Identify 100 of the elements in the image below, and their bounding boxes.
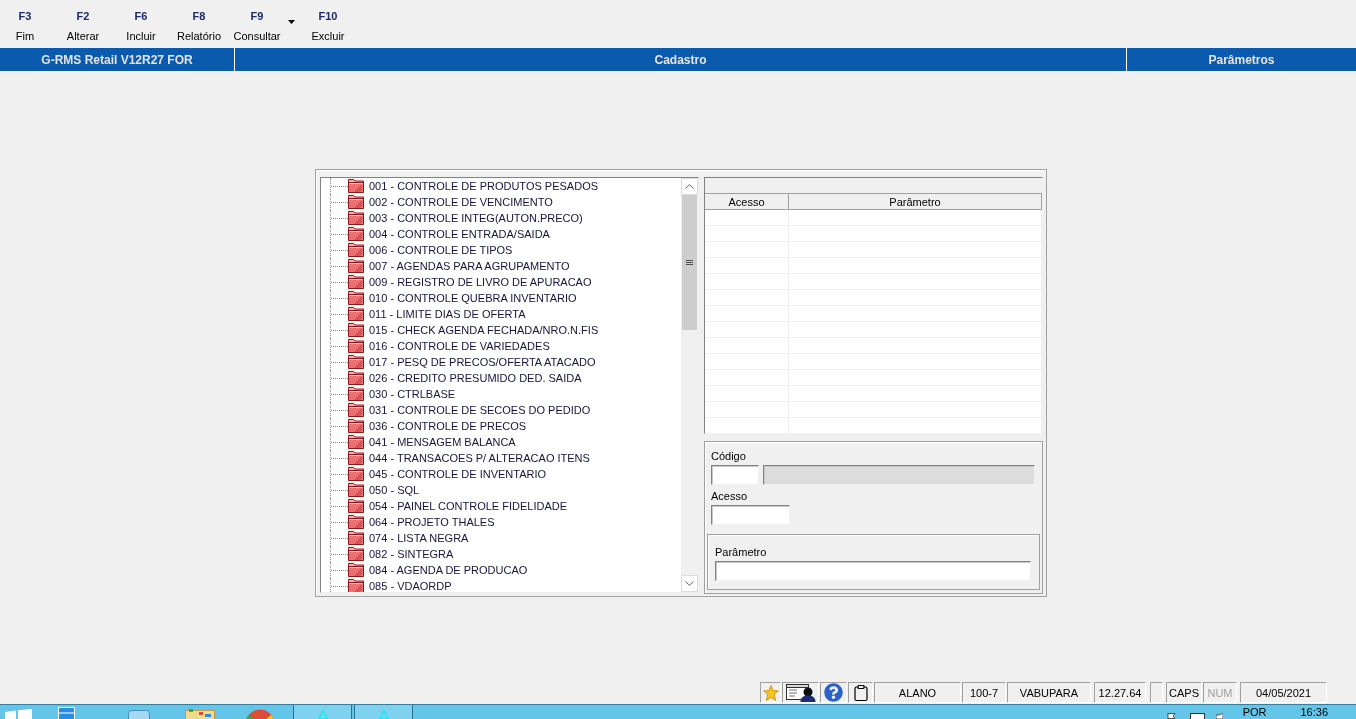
toolbar-button[interactable]: F2 Alterar bbox=[58, 9, 108, 43]
monitor-icon[interactable] bbox=[1189, 713, 1205, 719]
folder-icon bbox=[348, 371, 364, 385]
tree-item[interactable]: 011 - LIMITE DIAS DE OFERTA bbox=[348, 307, 527, 321]
folder-icon bbox=[348, 307, 364, 321]
tree-item[interactable]: 001 - CONTROLE DE PRODUTOS PESADOS bbox=[348, 179, 600, 193]
scrollbar-thumb[interactable] bbox=[682, 195, 697, 330]
folder-icon bbox=[348, 323, 364, 337]
caret-icon bbox=[288, 20, 295, 24]
tree-item[interactable]: 006 - CONTROLE DE TIPOS bbox=[348, 243, 514, 257]
scroll-up-button[interactable] bbox=[681, 178, 698, 195]
status-field: VABUPARA bbox=[1007, 682, 1091, 703]
user-card-button[interactable] bbox=[782, 682, 819, 703]
tree-item[interactable]: 085 - VDAORDP bbox=[348, 579, 453, 592]
folder-icon bbox=[348, 355, 364, 369]
tree-item[interactable]: 064 - PROJETO THALES bbox=[348, 515, 496, 529]
folder-icon bbox=[348, 515, 364, 529]
tree-item[interactable]: 010 - CONTROLE QUEBRA INVENTARIO bbox=[348, 291, 578, 305]
key-indicator: NUM bbox=[1203, 682, 1237, 703]
field-label: Parâmetro bbox=[715, 546, 767, 558]
language-indicator[interactable]: POR bbox=[1242, 705, 1267, 719]
triangle-icon bbox=[378, 710, 389, 719]
circle-logo-icon[interactable] bbox=[245, 709, 275, 719]
parameter-input[interactable] bbox=[715, 561, 1031, 581]
toolbar-button[interactable]: F9 Consultar bbox=[232, 9, 295, 43]
tree-item[interactable]: 074 - LISTA NEGRA bbox=[348, 531, 470, 545]
help-icon bbox=[824, 683, 843, 702]
folder-icon bbox=[348, 291, 364, 305]
status-field: ALANO bbox=[874, 682, 961, 703]
folder-icon bbox=[348, 579, 364, 592]
window-logo-icon[interactable] bbox=[5, 709, 32, 719]
clock-time[interactable]: 16:36 bbox=[1300, 705, 1328, 719]
toolbar-button[interactable]: F3 Fim bbox=[0, 9, 50, 43]
app-title: G-RMS Retail V12R27 FOR bbox=[40, 51, 194, 69]
tree-item[interactable]: 007 - AGENDAS PARA AGRUPAMENTO bbox=[348, 259, 571, 273]
folder-icon bbox=[348, 275, 364, 289]
field-label: Código bbox=[711, 450, 746, 462]
triangle-icon bbox=[317, 710, 328, 719]
flag-icon[interactable] bbox=[1166, 713, 1176, 719]
user-card-icon bbox=[785, 683, 816, 702]
tree-item[interactable]: 045 - CONTROLE DE INVENTARIO bbox=[348, 467, 548, 481]
speaker-icon[interactable] bbox=[1215, 713, 1223, 719]
tree-item[interactable]: 017 - PESQ DE PRECOS/OFERTA ATACADO bbox=[348, 355, 597, 369]
status-field: 12.27.64 bbox=[1094, 682, 1146, 703]
access-input[interactable] bbox=[711, 505, 790, 525]
star-icon bbox=[762, 684, 779, 701]
tree-item[interactable]: 026 - CREDITO PRESUMIDO DED. SAIDA bbox=[348, 371, 583, 385]
folder-icon bbox=[348, 211, 364, 225]
key-indicator: CAPS bbox=[1166, 682, 1202, 703]
tree-item[interactable]: 016 - CONTROLE DE VARIEDADES bbox=[348, 339, 551, 353]
grip-icon bbox=[686, 260, 693, 265]
screen-title: Cadastro bbox=[234, 48, 1126, 71]
tree-item[interactable]: 050 - SQL bbox=[348, 483, 421, 497]
folder-icon bbox=[348, 531, 364, 545]
folder-icon[interactable] bbox=[185, 709, 215, 719]
window-icon[interactable] bbox=[128, 710, 150, 719]
tree-item[interactable]: 030 - CTRLBASE bbox=[348, 387, 457, 401]
help-button[interactable] bbox=[820, 682, 847, 703]
folder-icon bbox=[348, 195, 364, 209]
tree-item[interactable]: 002 - CONTROLE DE VENCIMENTO bbox=[348, 195, 554, 209]
folder-icon bbox=[348, 483, 364, 497]
status-field bbox=[1150, 682, 1163, 703]
toolbar-button[interactable]: F8 Relatório bbox=[174, 9, 224, 43]
clipboard-icon bbox=[851, 683, 870, 702]
field-label: Acesso bbox=[711, 490, 748, 502]
clipboard-button[interactable] bbox=[848, 682, 873, 703]
scroll-down-button[interactable] bbox=[681, 575, 698, 592]
column-header[interactable]: Parâmetro bbox=[789, 194, 1042, 209]
tree-item[interactable]: 003 - CONTROLE INTEG(AUTON.PRECO) bbox=[348, 211, 584, 225]
folder-icon bbox=[348, 179, 364, 193]
tree-item[interactable]: 015 - CHECK AGENDA FECHADA/NRO.N.FIS bbox=[348, 323, 600, 337]
folder-icon bbox=[348, 227, 364, 241]
column-header[interactable]: Acesso bbox=[705, 194, 789, 209]
tree-item[interactable]: 084 - AGENDA DE PRODUCAO bbox=[348, 563, 529, 577]
tree-item[interactable]: 044 - TRANSACOES P/ ALTERACAO ITENS bbox=[348, 451, 591, 465]
chevron-down-icon bbox=[685, 581, 694, 586]
folder-icon bbox=[348, 243, 364, 257]
tree-item[interactable]: 054 - PAINEL CONTROLE FIDELIDADE bbox=[348, 499, 569, 513]
tree-item[interactable]: 082 - SINTEGRA bbox=[348, 547, 455, 561]
folder-icon bbox=[348, 563, 364, 577]
module-title: Parâmetros bbox=[1126, 48, 1356, 71]
app-window-button[interactable] bbox=[354, 705, 413, 719]
status-field: 04/05/2021 bbox=[1240, 682, 1327, 703]
folder-icon bbox=[348, 451, 364, 465]
folder-icon bbox=[348, 403, 364, 417]
favorites-button[interactable] bbox=[760, 682, 781, 703]
folder-icon bbox=[348, 419, 364, 433]
code-input[interactable] bbox=[711, 465, 759, 485]
tree-item[interactable]: 041 - MENSAGEM BALANCA bbox=[348, 435, 517, 449]
tree-item[interactable]: 004 - CONTROLE ENTRADA/SAIDA bbox=[348, 227, 551, 241]
app-window-button[interactable] bbox=[293, 705, 352, 719]
folder-icon bbox=[348, 547, 364, 561]
tree-item[interactable]: 009 - REGISTRO DE LIVRO DE APURACAO bbox=[348, 275, 593, 289]
toolbar-button[interactable]: F6 Incluir bbox=[116, 9, 166, 43]
tree-item[interactable]: 031 - CONTROLE DE SECOES DO PEDIDO bbox=[348, 403, 592, 417]
tree-item[interactable]: 036 - CONTROLE DE PRECOS bbox=[348, 419, 528, 433]
folder-icon bbox=[348, 499, 364, 513]
toolbar-button[interactable]: F10 Excluir bbox=[303, 9, 353, 43]
panel-icon[interactable] bbox=[58, 707, 75, 719]
folder-icon bbox=[348, 259, 364, 273]
